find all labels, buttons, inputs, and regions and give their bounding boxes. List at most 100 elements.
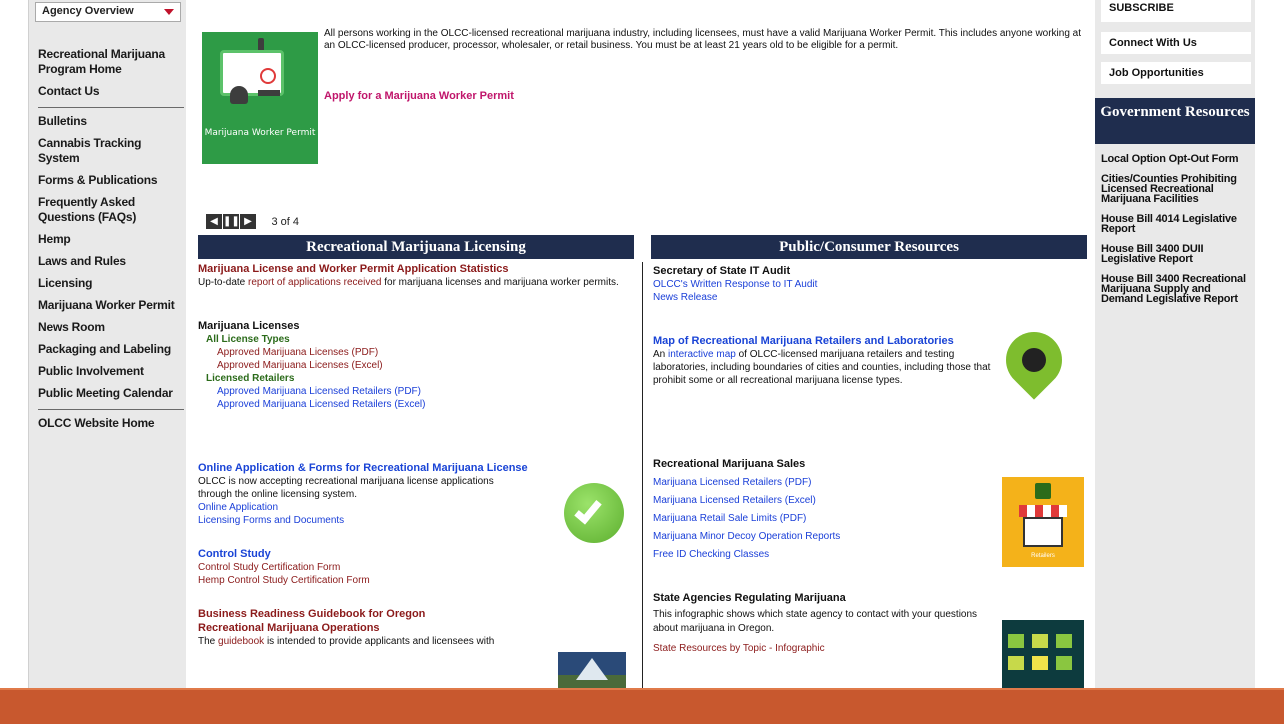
approved-retailers-excel-link[interactable]: Approved Marijuana Licensed Retailers (E…	[198, 398, 634, 411]
applications-report-link[interactable]: report of applications received	[248, 277, 381, 288]
approved-retailers-pdf-link[interactable]: Approved Marijuana Licensed Retailers (P…	[198, 385, 634, 398]
gov-item-cities-prohibiting[interactable]: Cities/Counties Prohibiting Licensed Rec…	[1101, 174, 1255, 205]
sales-link-minor-decoy[interactable]: Marijuana Minor Decoy Operation Reports	[653, 528, 993, 546]
storefront-icon	[1023, 517, 1063, 547]
chevron-down-icon	[164, 9, 174, 15]
online-application-heading-link[interactable]: Online Application & Forms for Recreatio…	[198, 461, 634, 475]
subscribe-button[interactable]: SUBSCRIBE	[1101, 0, 1251, 22]
guidebook-heading-line1[interactable]: Business Readiness Guidebook for Oregon	[198, 607, 634, 621]
guidebook-link[interactable]: guidebook	[218, 636, 264, 647]
infographic-tile	[1056, 634, 1072, 648]
stats-text: Up-to-date report of applications receiv…	[198, 276, 634, 289]
gov-item-hb3400-duii[interactable]: House Bill 3400 DUII Legislative Report	[1101, 244, 1255, 265]
awning-icon	[1019, 505, 1067, 517]
sidebar-divider	[38, 107, 184, 108]
infographic-tile	[1032, 656, 1048, 670]
sidebar-nav: Recreational Marijuana Program Home Cont…	[38, 44, 184, 435]
interactive-map-link[interactable]: interactive map	[668, 349, 736, 360]
sales-link-retailers-pdf[interactable]: Marijuana Licensed Retailers (PDF)	[653, 474, 993, 492]
sidebar-item-olcc-home[interactable]: OLCC Website Home	[38, 413, 184, 435]
agencies-text: This infographic shows which state agenc…	[653, 609, 978, 634]
gov-item-opt-out-form[interactable]: Local Option Opt-Out Form	[1101, 154, 1255, 165]
infographic-tile	[1056, 656, 1072, 670]
person-icon	[230, 86, 248, 104]
sidebar-divider	[38, 409, 184, 410]
prev-slide-button[interactable]: ◀	[206, 214, 222, 230]
guidebook-text-pre: The	[198, 636, 219, 647]
agencies-infographic-image[interactable]	[1002, 620, 1084, 694]
connect-with-us-link[interactable]: Connect With Us	[1101, 32, 1251, 54]
licensing-section-title: Recreational Marijuana Licensing	[198, 235, 634, 259]
gov-item-hb3400-supply[interactable]: House Bill 3400 Recreational Marijuana S…	[1101, 274, 1255, 305]
control-study-form-link[interactable]: Control Study Certification Form	[198, 561, 634, 574]
right-margin	[1255, 0, 1284, 690]
left-margin	[0, 0, 28, 724]
checkmark-icon	[564, 483, 624, 543]
approved-licenses-pdf-link[interactable]: Approved Marijuana Licenses (PDF)	[198, 346, 634, 359]
pause-slide-button[interactable]: ❚❚	[223, 214, 240, 230]
sidebar-item-news-room[interactable]: News Room	[38, 317, 184, 339]
sales-link-retailers-excel[interactable]: Marijuana Licensed Retailers (Excel)	[653, 492, 993, 510]
badge-caption: Marijuana Worker Permit	[204, 128, 316, 138]
retailers-map-text: An interactive map of OLCC-licensed mari…	[653, 348, 993, 387]
no-symbol-icon	[260, 68, 276, 84]
retailers-store-image[interactable]: Retailers	[1002, 477, 1084, 567]
licenses-heading: Marijuana Licenses	[198, 320, 300, 332]
stats-heading-link[interactable]: Marijuana License and Worker Permit Appl…	[198, 262, 634, 276]
licensing-column: Marijuana License and Worker Permit Appl…	[198, 262, 634, 648]
approved-licenses-excel-link[interactable]: Approved Marijuana Licenses (Excel)	[198, 359, 634, 372]
map-pin-icon[interactable]	[994, 320, 1074, 422]
carousel-controls: ◀ ❚❚ ▶ 3 of 4	[206, 213, 299, 231]
public-section-title: Public/Consumer Resources	[651, 235, 1087, 259]
gov-item-hb4014[interactable]: House Bill 4014 Legislative Report	[1101, 214, 1255, 235]
sales-link-sale-limits[interactable]: Marijuana Retail Sale Limits (PDF)	[653, 510, 993, 528]
retailers-map-heading-link[interactable]: Map of Recreational Marijuana Retailers …	[653, 334, 993, 348]
infographic-tile	[1008, 634, 1024, 648]
hemp-control-study-form-link[interactable]: Hemp Control Study Certification Form	[198, 574, 634, 587]
main-content: Marijuana Worker Permit All persons work…	[196, 0, 1092, 694]
control-study-heading-link[interactable]: Control Study	[198, 547, 634, 561]
sidebar-item-bulletins[interactable]: Bulletins	[38, 111, 184, 133]
sidebar-item-packaging[interactable]: Packaging and Labeling	[38, 339, 184, 361]
news-release-link[interactable]: News Release	[653, 291, 993, 304]
sidebar-item-licensing[interactable]: Licensing	[38, 273, 184, 295]
slide-counter: 3 of 4	[271, 215, 299, 228]
audit-response-link[interactable]: OLCC's Written Response to IT Audit	[653, 278, 993, 291]
map-text-pre: An	[653, 349, 669, 360]
worker-permit-badge-image[interactable]: Marijuana Worker Permit	[202, 32, 318, 164]
checkmark-glyph	[574, 495, 602, 525]
next-slide-button[interactable]: ▶	[240, 214, 256, 230]
apply-permit-link[interactable]: Apply for a Marijuana Worker Permit	[324, 90, 514, 102]
sidebar-item-meeting-calendar[interactable]: Public Meeting Calendar	[38, 383, 184, 405]
sidebar-item-contact-us[interactable]: Contact Us	[38, 81, 184, 103]
government-resources-list: Local Option Opt-Out Form Cities/Countie…	[1101, 154, 1255, 314]
sidebar-item-forms[interactable]: Forms & Publications	[38, 170, 184, 192]
all-license-types-label: All License Types	[206, 334, 290, 345]
job-opportunities-link[interactable]: Job Opportunities	[1101, 62, 1251, 84]
sidebar-item-program-home[interactable]: Recreational Marijuana Program Home	[38, 44, 184, 81]
sidebar-item-hemp[interactable]: Hemp	[38, 229, 184, 251]
sidebar-item-laws[interactable]: Laws and Rules	[38, 251, 184, 273]
left-sidebar: Agency Overview Recreational Marijuana P…	[28, 0, 186, 690]
sidebar-item-cannabis-tracking[interactable]: Cannabis Tracking System	[38, 133, 184, 170]
sidebar-item-worker-permit[interactable]: Marijuana Worker Permit	[38, 295, 184, 317]
guidebook-heading-line2[interactable]: Recreational Marijuana Operations	[198, 621, 634, 635]
public-column: Secretary of State IT Audit OLCC's Writt…	[653, 264, 993, 655]
agencies-heading: State Agencies Regulating Marijuana	[653, 592, 846, 604]
pin-dot	[1022, 348, 1046, 372]
sales-heading: Recreational Marijuana Sales	[653, 458, 806, 470]
sidebar-item-faqs[interactable]: Frequently Asked Questions (FAQs)	[38, 192, 184, 229]
infographic-link[interactable]: State Resources by Topic - Infographic	[653, 642, 993, 655]
right-sidebar: SUBSCRIBE Connect With Us Job Opportunit…	[1095, 0, 1255, 690]
sidebar-item-public-involvement[interactable]: Public Involvement	[38, 361, 184, 383]
sales-link-id-classes[interactable]: Free ID Checking Classes	[653, 546, 993, 564]
slide-description: All persons working in the OLCC-licensed…	[324, 28, 1082, 51]
online-application-text: OLCC is now accepting recreational marij…	[198, 476, 494, 500]
agency-select[interactable]: Agency Overview	[35, 2, 181, 22]
